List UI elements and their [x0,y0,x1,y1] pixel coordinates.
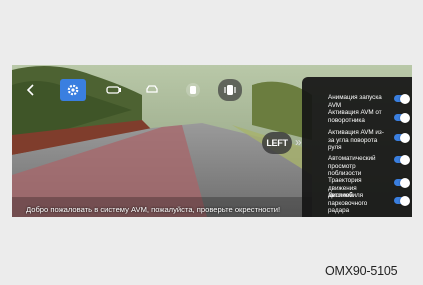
toggle-switch[interactable] [394,177,410,188]
chevron-right-icon[interactable]: » [295,135,302,149]
rear-view-car-icon[interactable] [183,79,203,101]
welcome-message: Добро пожаловать в систему AVM, пожалуйс… [26,205,281,214]
toggle-switch[interactable] [394,112,410,123]
figure-code: OMX90-5105 [325,264,398,278]
view-toolbar [12,79,262,101]
view-direction-label: LEFT [262,132,292,154]
toggle-switch[interactable] [394,93,410,104]
avm-settings-panel: Анимация запуска AVM Активация AVM от по… [302,77,412,217]
top-view-car-icon[interactable] [104,79,124,101]
setting-label: Анимация запуска AVM [328,94,382,109]
toggle-switch[interactable] [394,132,410,143]
side-view-car-icon[interactable] [218,79,242,101]
setting-label: Активация AVM от поворотника [328,109,382,124]
back-arrow-icon[interactable] [24,79,38,101]
setting-label: Дисплей парковочного радара [328,192,368,214]
avm-screen: LEFT » Анимация запуска AVM Активация AV… [12,65,412,217]
toggle-switch[interactable] [394,195,410,206]
toggle-switch[interactable] [394,154,410,165]
front-view-car-icon[interactable] [143,79,161,101]
gear-icon[interactable] [60,79,86,101]
setting-label: Автоматический просмотр поблизости [328,155,376,177]
setting-label: Активация AVM из-за угла поворота руля [328,129,384,151]
